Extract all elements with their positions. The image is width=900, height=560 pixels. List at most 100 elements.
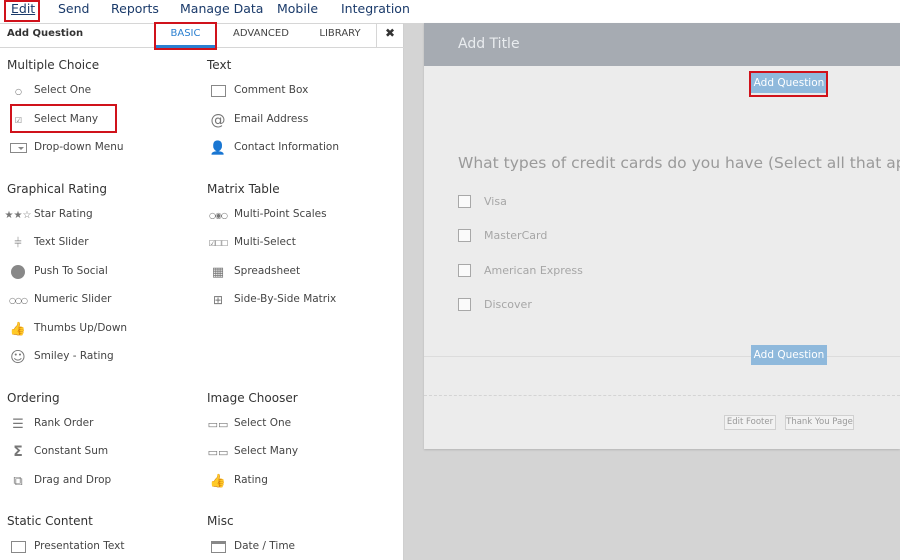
spreadsheet-icon: ▦ <box>211 264 225 280</box>
section-title-multiple-choice: Multiple Choice <box>7 58 100 72</box>
share-icon <box>8 264 28 280</box>
tab-advanced[interactable]: ADVANCED <box>228 28 294 39</box>
close-icon[interactable]: ✖ <box>385 26 395 40</box>
dropdown-icon <box>8 140 28 156</box>
thank-you-page-button[interactable]: Thank You Page <box>785 415 854 430</box>
option-discover[interactable]: Discover <box>458 297 578 313</box>
qitem-label: Presentation Text <box>34 540 125 552</box>
footer-divider <box>424 395 900 396</box>
qitem-label: Drop-down Menu <box>34 141 124 153</box>
qitem-push-to-social[interactable]: Push To Social <box>8 263 178 281</box>
sigma-icon: Σ <box>13 444 23 460</box>
option-label: Discover <box>484 298 532 311</box>
qitem-label: Numeric Slider <box>34 293 112 305</box>
qitem-label: Select One <box>234 417 292 429</box>
image-select-one-icon: ▭▭ <box>207 417 229 431</box>
comment-box-icon <box>208 83 228 99</box>
question-divider <box>424 356 900 357</box>
numeric-slider-icon: ○○○ <box>9 295 28 305</box>
qitem-dropdown-menu[interactable]: Drop-down Menu <box>8 139 178 157</box>
radio-list-icon: ○ <box>15 86 22 96</box>
qitem-email-address[interactable]: @ Email Address <box>208 111 378 129</box>
option-checkbox[interactable] <box>458 298 471 311</box>
menu-integration[interactable]: Integration <box>341 1 410 16</box>
option-checkbox[interactable] <box>458 195 471 208</box>
calendar-icon <box>208 539 228 555</box>
menu-manage-data[interactable]: Manage Data <box>180 1 263 16</box>
qitem-image-select-one[interactable]: ▭▭ Select One <box>208 415 378 433</box>
panel-title: Add Question <box>7 28 84 39</box>
section-title-image-chooser: Image Chooser <box>207 391 298 405</box>
qitem-label: Comment Box <box>234 84 309 96</box>
qitem-contact-information[interactable]: 👤 Contact Information <box>208 139 378 157</box>
qitem-presentation-text[interactable]: Presentation Text <box>8 538 178 556</box>
image-select-many-icon: ▭▭ <box>207 445 229 459</box>
question-text[interactable]: What types of credit cards do you have (… <box>458 154 900 172</box>
multi-point-icon: ○◉○ <box>209 210 228 220</box>
section-title-ordering: Ordering <box>7 391 60 405</box>
section-title-matrix-table: Matrix Table <box>207 182 280 196</box>
qitem-multi-select[interactable]: ☑☐☐ Multi-Select <box>208 234 378 252</box>
qitem-text-slider[interactable]: ⫩ Text Slider <box>8 234 178 252</box>
qitem-label: Star Rating <box>34 208 93 220</box>
qitem-label: Select Many <box>34 113 99 125</box>
qitem-spreadsheet[interactable]: ▦ Spreadsheet <box>208 263 378 281</box>
top-menu-bar: Edit Send Reports Manage Data Mobile Int… <box>0 0 900 23</box>
qitem-star-rating[interactable]: ★★☆ Star Rating <box>5 206 178 224</box>
qitem-select-one[interactable]: ○ Select One <box>8 82 178 100</box>
survey-title-placeholder[interactable]: Add Title <box>458 36 520 52</box>
tab-basic[interactable]: BASIC <box>155 28 216 39</box>
menu-edit[interactable]: Edit <box>11 1 35 16</box>
edit-footer-button[interactable]: Edit Footer <box>724 415 776 430</box>
qitem-label: Thumbs Up/Down <box>34 322 128 334</box>
option-mastercard[interactable]: MasterCard <box>458 228 578 244</box>
active-tab-indicator <box>155 45 216 48</box>
survey-canvas: Add Title Add Question What types of cre… <box>424 23 900 449</box>
qitem-date-time[interactable]: Date / Time <box>208 538 378 556</box>
option-checkbox[interactable] <box>458 229 471 242</box>
qitem-comment-box[interactable]: Comment Box <box>208 82 378 100</box>
add-question-button-bottom[interactable]: Add Question <box>751 345 827 365</box>
qitem-drag-and-drop[interactable]: ⧉ Drag and Drop <box>8 472 178 490</box>
smiley-icon: ☺ <box>10 348 26 366</box>
image-rating-icon: 👍 <box>209 473 227 489</box>
at-icon: @ <box>210 111 226 129</box>
survey-title-bar[interactable]: Add Title <box>424 23 900 66</box>
option-american-express[interactable]: American Express <box>458 263 598 279</box>
rank-order-icon: ☰ <box>12 416 24 432</box>
qitem-constant-sum[interactable]: Σ Constant Sum <box>8 443 178 461</box>
drag-drop-icon: ⧉ <box>13 473 23 489</box>
qitem-rank-order[interactable]: ☰ Rank Order <box>8 415 178 433</box>
qitem-label: Contact Information <box>234 141 339 153</box>
option-visa[interactable]: Visa <box>458 194 578 210</box>
tab-library[interactable]: LIBRARY <box>312 28 368 39</box>
section-title-graphical-rating: Graphical Rating <box>7 182 107 196</box>
qitem-image-rating[interactable]: 👍 Rating <box>208 472 378 490</box>
side-by-side-icon: ⊞ <box>212 293 224 307</box>
qitem-multi-point-scales[interactable]: ○◉○ Multi-Point Scales <box>208 206 378 224</box>
qitem-label: Select Many <box>234 445 299 457</box>
option-label: American Express <box>484 264 583 277</box>
section-title-text: Text <box>207 58 232 72</box>
qitem-thumbs-up-down[interactable]: 👍 Thumbs Up/Down <box>8 320 178 338</box>
qitem-label: Multi-Point Scales <box>234 208 327 220</box>
menu-mobile[interactable]: Mobile <box>277 1 318 16</box>
qitem-smiley-rating[interactable]: ☺ Smiley - Rating <box>8 348 178 366</box>
qitem-label: Text Slider <box>34 236 89 248</box>
section-title-static-content: Static Content <box>7 514 93 528</box>
add-question-button-top[interactable]: Add Question <box>751 73 827 93</box>
thumbs-up-icon: 👍 <box>9 321 27 337</box>
checkbox-list-icon: ☑ <box>14 115 22 125</box>
qitem-label: Rating <box>234 474 268 486</box>
add-question-panel: Add Question BASIC ADVANCED LIBRARY ✖ Mu… <box>0 23 404 560</box>
qitem-label: Select One <box>34 84 92 96</box>
qitem-numeric-slider[interactable]: ○○○ Numeric Slider <box>8 291 178 309</box>
menu-send[interactable]: Send <box>58 1 89 16</box>
option-checkbox[interactable] <box>458 264 471 277</box>
qitem-select-many[interactable]: ☑ Select Many <box>8 111 178 129</box>
qitem-side-by-side-matrix[interactable]: ⊞ Side-By-Side Matrix <box>208 291 378 309</box>
menu-reports[interactable]: Reports <box>111 1 159 16</box>
presentation-text-icon <box>8 539 28 555</box>
qitem-image-select-many[interactable]: ▭▭ Select Many <box>208 443 378 461</box>
qitem-label: Push To Social <box>34 265 108 277</box>
